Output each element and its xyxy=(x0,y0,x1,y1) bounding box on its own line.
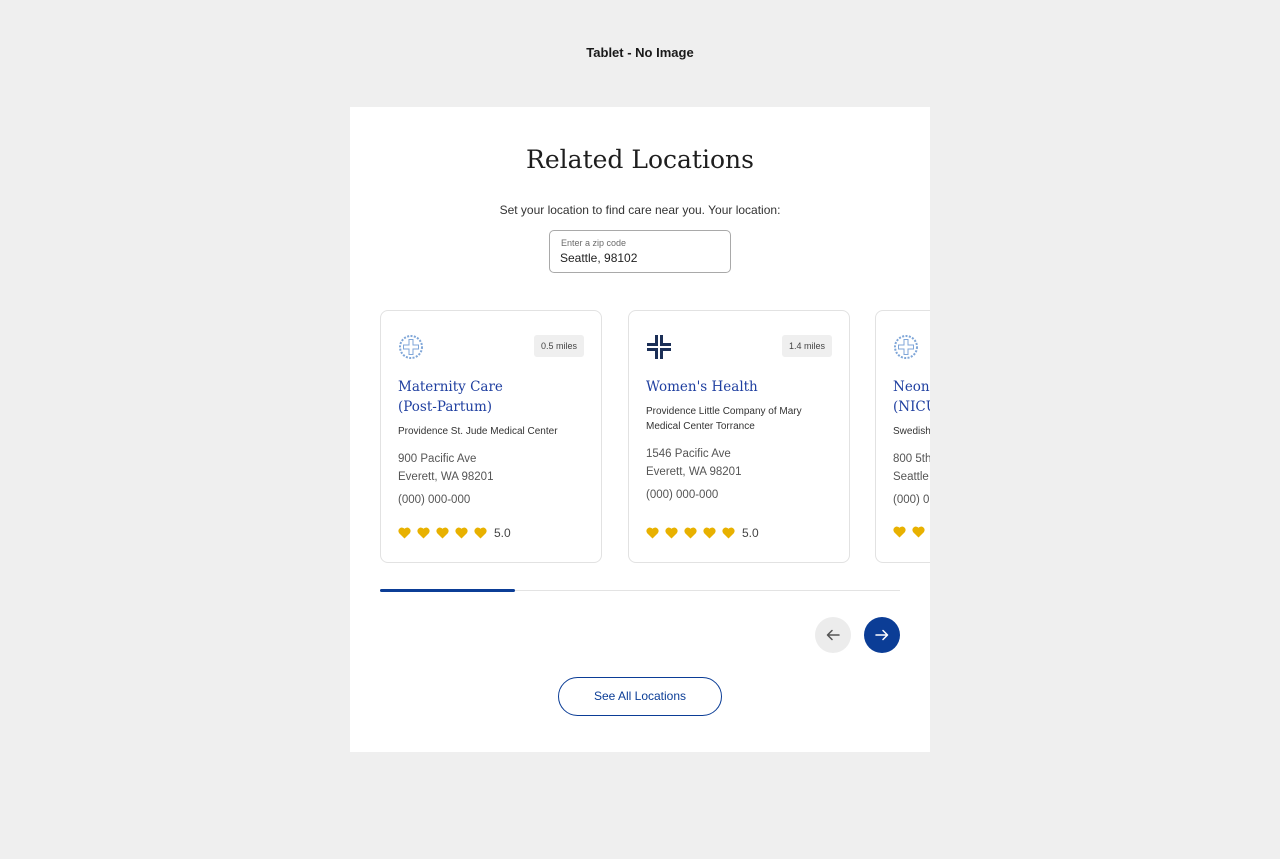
swedish-cross-icon xyxy=(647,335,671,359)
location-name-line: Neona xyxy=(893,379,930,395)
heart-icon xyxy=(417,527,430,539)
address-line: 1546 Pacific Ave xyxy=(646,448,731,460)
location-name-link[interactable]: Neona (NICU xyxy=(893,377,930,417)
zip-input[interactable] xyxy=(560,251,720,265)
location-card[interactable]: 1.4 miles Women's Health Providence Litt… xyxy=(628,310,850,563)
location-name-line: (NICU xyxy=(893,399,930,415)
distance-badge: 0.5 miles xyxy=(533,335,584,357)
phone-number[interactable]: (000) 000-000 xyxy=(398,494,588,506)
address-line: Seattle xyxy=(893,471,929,483)
carousel-progress-track xyxy=(380,589,900,592)
location-name-line: Maternity Care xyxy=(398,379,503,395)
phone-number[interactable]: (000) 000-000 xyxy=(646,489,836,501)
rating-value: 5.0 xyxy=(494,526,511,540)
rating-value: 5.0 xyxy=(742,526,759,540)
heart-icon xyxy=(665,527,678,539)
address-line: Everett, WA 98201 xyxy=(646,466,742,478)
zip-field-label: Enter a zip code xyxy=(561,238,627,248)
carousel-prev-button[interactable] xyxy=(815,617,851,653)
arrow-left-icon xyxy=(826,629,840,641)
address: 800 5th Seattle xyxy=(893,450,930,486)
address-line: 800 5th xyxy=(893,453,930,465)
organization-line: Medical Center Torrance xyxy=(646,421,755,432)
section-subtitle: Set your location to find care near you.… xyxy=(499,203,781,217)
heart-icon xyxy=(646,527,659,539)
heart-icon xyxy=(436,527,449,539)
location-name-line: (Post-Partum) xyxy=(398,399,493,415)
rating xyxy=(893,525,930,539)
heart-icon xyxy=(684,527,697,539)
providence-cross-icon xyxy=(894,335,918,359)
phone-number[interactable]: (000) 0 xyxy=(893,494,930,506)
organization-line: Providence Little Company of Mary xyxy=(646,406,802,417)
address-line: Everett, WA 98201 xyxy=(398,471,494,483)
location-card[interactable]: Neona (NICU Swedish 800 5th Seattle (000… xyxy=(875,310,930,563)
location-name-link[interactable]: Maternity Care (Post-Partum) xyxy=(398,377,588,417)
heart-icon xyxy=(398,527,411,539)
related-locations-panel: Related Locations Set your location to f… xyxy=(350,107,930,752)
providence-cross-icon xyxy=(399,335,423,359)
frame-label: Tablet - No Image xyxy=(586,45,694,60)
address-line: 900 Pacific Ave xyxy=(398,453,477,465)
organization-name: Swedish xyxy=(893,424,930,439)
organization-line: Swedish xyxy=(893,426,930,437)
address: 900 Pacific Ave Everett, WA 98201 xyxy=(398,450,588,486)
heart-icon xyxy=(893,526,906,538)
see-all-locations-button[interactable]: See All Locations xyxy=(558,677,722,716)
section-title: Related Locations xyxy=(526,145,754,174)
location-card[interactable]: 0.5 miles Maternity Care (Post-Partum) P… xyxy=(380,310,602,563)
location-name-line: Women's Health xyxy=(646,379,758,395)
rating: 5.0 xyxy=(398,526,511,540)
zip-field[interactable]: Enter a zip code xyxy=(549,230,731,273)
heart-icon xyxy=(912,526,925,538)
heart-icon xyxy=(703,527,716,539)
address: 1546 Pacific Ave Everett, WA 98201 xyxy=(646,445,836,481)
carousel-next-button[interactable] xyxy=(864,617,900,653)
carousel-progress-fill xyxy=(380,589,516,592)
rating: 5.0 xyxy=(646,526,759,540)
heart-icon xyxy=(455,527,468,539)
distance-badge: 1.4 miles xyxy=(781,335,832,357)
location-name-link[interactable]: Women's Health xyxy=(646,377,836,397)
arrow-right-icon xyxy=(875,629,889,641)
heart-icon xyxy=(722,527,735,539)
location-carousel[interactable]: 0.5 miles Maternity Care (Post-Partum) P… xyxy=(380,310,930,565)
heart-icon xyxy=(474,527,487,539)
organization-line: Providence St. Jude Medical Center xyxy=(398,426,558,437)
organization-name: Providence Little Company of Mary Medica… xyxy=(646,404,836,434)
organization-name: Providence St. Jude Medical Center xyxy=(398,424,588,439)
